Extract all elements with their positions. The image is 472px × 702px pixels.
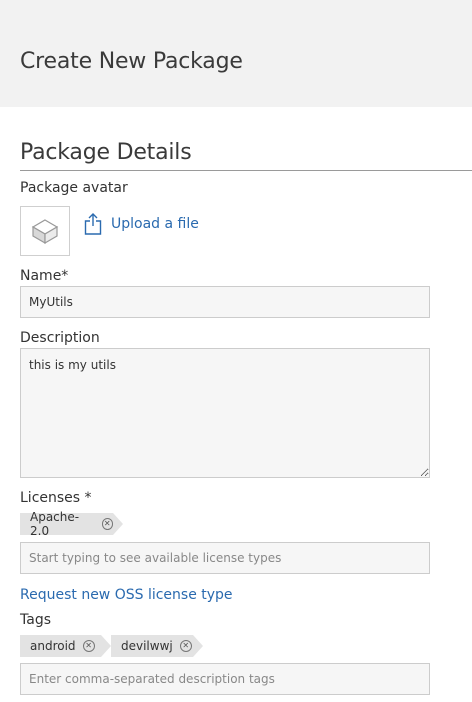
package-avatar (20, 206, 70, 256)
license-tag: Apache-2.0 ✕ (20, 510, 123, 538)
tag-chip: android ✕ (20, 635, 111, 657)
remove-tag-icon[interactable]: ✕ (82, 640, 95, 652)
tag-chip: devilwwj ✕ (111, 635, 203, 657)
remove-tag-icon[interactable]: ✕ (179, 640, 192, 652)
page-title: Create New Package (20, 49, 243, 74)
upload-file-button[interactable]: Upload a file (84, 211, 199, 237)
tags-label: Tags (20, 612, 51, 628)
section-divider (20, 170, 472, 171)
licenses-label: Licenses * (20, 490, 92, 506)
name-field[interactable] (20, 286, 430, 318)
page-header: Create New Package (0, 0, 472, 107)
upload-icon (84, 213, 102, 235)
license-tag-label: Apache-2.0 (30, 510, 80, 538)
tag-chip-label: android (30, 639, 76, 653)
tag-chip-label: devilwwj (121, 639, 173, 653)
description-field[interactable]: this is my utils (20, 348, 430, 478)
remove-license-icon[interactable]: ✕ (101, 518, 113, 530)
package-box-icon (31, 219, 59, 245)
section-title: Package Details (20, 140, 192, 165)
tags-input[interactable] (20, 663, 430, 695)
name-label: Name* (20, 268, 69, 284)
description-label: Description (20, 330, 100, 346)
request-license-link[interactable]: Request new OSS license type (20, 587, 233, 603)
upload-file-label: Upload a file (111, 216, 199, 232)
avatar-label: Package avatar (20, 180, 128, 196)
license-search-input[interactable] (20, 542, 430, 574)
